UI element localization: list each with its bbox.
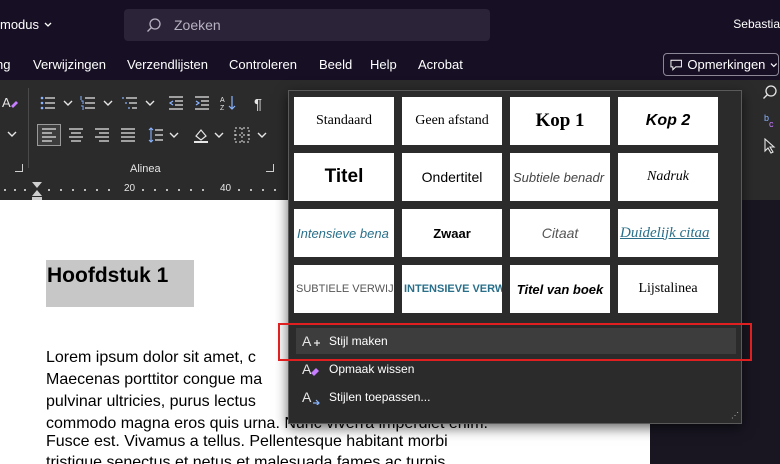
chevron-down-icon[interactable] xyxy=(60,95,76,111)
tab-controleren[interactable]: Controleren xyxy=(229,57,297,72)
clear-formatting-icon: A xyxy=(302,361,319,377)
style-subtiele-benadrukking[interactable]: Subtiele benadr xyxy=(510,153,610,201)
search-icon[interactable] xyxy=(762,84,778,100)
tab-help[interactable]: Help xyxy=(370,57,397,72)
style-ondertitel[interactable]: Ondertitel xyxy=(402,153,502,201)
body-text-line[interactable]: pulvinar ultricies, purus lectus xyxy=(46,393,256,411)
comment-icon xyxy=(670,59,682,71)
ruler-mark: 40 xyxy=(220,183,232,194)
svg-text:A: A xyxy=(220,97,225,104)
tab-acrobat[interactable]: Acrobat xyxy=(418,57,463,72)
ribbon-separator xyxy=(28,88,29,168)
line-spacing-icon[interactable] xyxy=(148,127,164,143)
numbering-icon[interactable] xyxy=(80,95,96,111)
chevron-down-icon[interactable] xyxy=(100,95,116,111)
chevron-down-icon[interactable] xyxy=(166,127,182,143)
font-dialog-launcher[interactable] xyxy=(15,164,23,172)
resize-grip-icon[interactable]: ⋰ xyxy=(731,411,739,420)
paragraph-dialog-launcher[interactable] xyxy=(266,164,274,172)
borders-icon[interactable] xyxy=(234,127,250,143)
chevron-down-icon[interactable] xyxy=(254,127,270,143)
style-standaard[interactable]: Standaard xyxy=(294,97,394,145)
align-left-icon xyxy=(42,128,56,142)
highlight-annotation xyxy=(278,323,752,361)
apply-styles-label: Stijlen toepassen... xyxy=(329,390,431,404)
shading-icon[interactable] xyxy=(193,127,209,143)
clear-formatting-label: Opmaak wissen xyxy=(329,362,415,376)
style-intensieve-benadrukking[interactable]: Intensieve bena xyxy=(294,209,394,257)
chevron-down-icon[interactable] xyxy=(211,127,227,143)
style-nadruk[interactable]: Nadruk xyxy=(618,153,718,201)
multilevel-list-icon[interactable] xyxy=(122,95,138,111)
replace-icon[interactable]: bc xyxy=(762,112,778,128)
style-duidelijk-citaat[interactable]: Duidelijk citaa xyxy=(618,209,718,257)
body-text-line[interactable]: Maecenas porttitor congue ma xyxy=(46,371,262,389)
user-name[interactable]: Sebastia xyxy=(733,17,780,31)
style-subtiele-verwijzing[interactable]: SUBTIELE VERWIJZ xyxy=(294,265,394,313)
apply-styles-menu-item[interactable]: A Stijlen toepassen... xyxy=(296,384,736,410)
autosave-label: modus xyxy=(0,17,40,32)
svg-text:A: A xyxy=(302,361,312,377)
chevron-down-icon[interactable] xyxy=(4,126,20,142)
search-placeholder: Zoeken xyxy=(174,17,221,33)
comments-button[interactable]: Opmerkingen xyxy=(663,53,779,76)
clear-formatting-icon[interactable]: A xyxy=(2,94,18,110)
ruler-mark: 20 xyxy=(124,183,136,194)
svg-text:c: c xyxy=(769,119,774,128)
align-center-icon[interactable] xyxy=(68,127,84,143)
tab-beeld[interactable]: Beeld xyxy=(319,57,352,72)
tab-verzendlijsten[interactable]: Verzendlijsten xyxy=(127,57,208,72)
body-text-line[interactable]: Fusce est. Vivamus a tellus. Pellentesqu… xyxy=(46,433,448,451)
justify-icon[interactable] xyxy=(120,127,136,143)
chevron-down-icon xyxy=(770,62,778,67)
document-heading[interactable]: Hoofdstuk 1 xyxy=(46,260,194,307)
tab-verwijzingen[interactable]: Verwijzingen xyxy=(33,57,106,72)
increase-indent-icon[interactable] xyxy=(194,95,210,111)
title-bar: modus Zoeken Sebastia xyxy=(0,0,780,50)
comments-label: Opmerkingen xyxy=(687,57,766,72)
decrease-indent-icon[interactable] xyxy=(168,95,184,111)
svg-text:A: A xyxy=(302,389,312,405)
body-text-line[interactable]: Lorem ipsum dolor sit amet, c xyxy=(46,349,256,367)
apply-styles-icon: A xyxy=(302,389,320,405)
chevron-down-icon xyxy=(44,22,52,27)
style-kop-1[interactable]: Kop 1 xyxy=(510,97,610,145)
svg-text:¶: ¶ xyxy=(254,96,262,111)
paragraph-group-label: Alinea xyxy=(130,163,161,175)
style-kop-2[interactable]: Kop 2 xyxy=(618,97,718,145)
tab-layout[interactable]: ng xyxy=(0,57,10,72)
style-citaat[interactable]: Citaat xyxy=(510,209,610,257)
svg-text:Z: Z xyxy=(220,105,225,111)
autosave-toggle[interactable]: modus xyxy=(0,17,53,32)
style-geen-afstand[interactable]: Geen afstand xyxy=(402,97,502,145)
align-right-icon[interactable] xyxy=(94,127,110,143)
chevron-down-icon[interactable] xyxy=(142,95,158,111)
search-icon xyxy=(147,18,161,32)
body-text-line[interactable]: tristique senectus et netus et malesuada… xyxy=(46,454,445,464)
bullets-icon[interactable] xyxy=(40,95,56,111)
style-intensieve-verwijzing[interactable]: INTENSIEVE VERW xyxy=(402,265,502,313)
select-cursor-icon[interactable] xyxy=(762,138,778,154)
style-lijstalinea[interactable]: Lijstalinea xyxy=(618,265,718,313)
search-box[interactable]: Zoeken xyxy=(124,9,490,41)
style-zwaar[interactable]: Zwaar xyxy=(402,209,502,257)
pilcrow-icon[interactable]: ¶ xyxy=(252,95,268,111)
style-titel[interactable]: Titel xyxy=(294,153,394,201)
style-titel-van-boek[interactable]: Titel van boek xyxy=(510,265,610,313)
svg-text:A: A xyxy=(2,95,11,110)
sort-icon[interactable]: AZ xyxy=(220,95,236,111)
